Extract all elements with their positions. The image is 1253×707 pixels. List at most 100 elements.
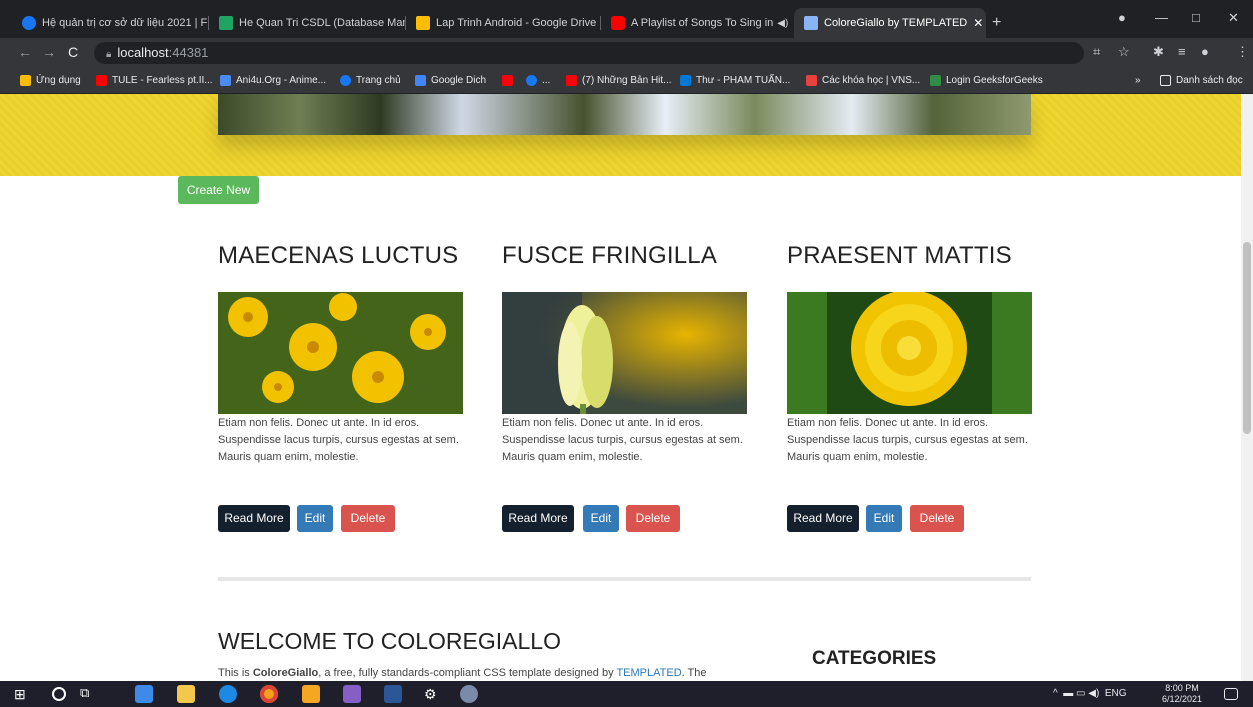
settings-gear-icon[interactable]: ⚙ xyxy=(424,685,442,703)
reading-list-label: Danh sách đọc xyxy=(1176,75,1243,86)
bookmark-label: Google Dich xyxy=(431,75,487,86)
menu-icon[interactable]: ⋮ xyxy=(1236,44,1249,60)
yellow-banner xyxy=(0,94,1241,176)
new-tab-button[interactable]: + xyxy=(992,14,1001,32)
tab-1-title: Hệ quản trị cơ sở dữ liệu 2021 | F xyxy=(42,17,208,29)
read-more-button[interactable]: Read More xyxy=(502,505,574,532)
facebook-icon xyxy=(526,75,537,86)
create-new-button[interactable]: Create New xyxy=(178,176,259,204)
visual-studio-icon[interactable] xyxy=(343,685,361,703)
task-view-icon[interactable]: ⧉ xyxy=(80,685,98,703)
youtube-icon xyxy=(502,75,513,86)
yellow-tulip-photo xyxy=(502,292,747,414)
chevron-double-icon: » xyxy=(1135,75,1141,86)
close-icon[interactable]: ✕ xyxy=(967,16,983,30)
zalo-icon[interactable] xyxy=(219,685,237,703)
intro-text: . The xyxy=(681,667,707,679)
delete-button[interactable]: Delete xyxy=(626,505,680,532)
tab-5-active[interactable]: ColoreGiallo by TEMPLATED ✕ xyxy=(794,8,986,38)
geeksforgeeks-icon xyxy=(930,75,941,86)
app-icon[interactable] xyxy=(460,685,478,703)
url-field[interactable]: 🔒︎ localhost:44381 xyxy=(94,42,1084,64)
intro-text: , a free, fully standards-compliant CSS … xyxy=(318,667,617,679)
post-card: FUSCE FRINGILLA Etiam non felis. Donec u… xyxy=(502,242,747,532)
bookmark-item[interactable] xyxy=(502,75,518,86)
tab-4[interactable]: A Playlist of Songs To Sing in ◀︎) ✕ xyxy=(601,8,793,38)
bookmark-star-icon[interactable]: ☆ xyxy=(1118,44,1130,60)
bookmark-item[interactable]: ... xyxy=(526,75,550,86)
templated-link[interactable]: TEMPLATED xyxy=(616,667,681,679)
maximize-icon[interactable]: □ xyxy=(1192,10,1200,25)
intro-paragraph: This is ColoreGiallo, a free, fully stan… xyxy=(218,665,758,681)
reload-icon[interactable]: C xyxy=(68,44,78,60)
edit-button[interactable]: Edit xyxy=(297,505,333,532)
windows-start-icon[interactable]: ⊞ xyxy=(14,685,32,703)
google-drive-icon xyxy=(416,16,430,30)
bookmark-item[interactable]: (7) Những Bản Hit... xyxy=(566,75,672,86)
app-icon[interactable] xyxy=(135,685,153,703)
word-icon[interactable] xyxy=(384,685,402,703)
bookmark-label: (7) Những Bản Hit... xyxy=(582,75,672,86)
tab-3[interactable]: Lap Trinh Android - Google Drive ✕ xyxy=(406,8,600,38)
chrome-icon[interactable] xyxy=(260,685,278,703)
youtube-icon xyxy=(611,16,625,30)
scrollbar-thumb[interactable] xyxy=(1243,242,1251,434)
forward-icon[interactable]: → xyxy=(42,44,56,60)
bookmark-item[interactable]: TULE - Fearless pt.II... xyxy=(96,75,213,86)
bookmark-item[interactable]: Thư - PHAM TUẤN... xyxy=(680,75,790,86)
facebook-icon xyxy=(22,16,36,30)
bookmark-item[interactable]: Trang chủ xyxy=(340,75,401,86)
bookmarks-overflow[interactable]: » xyxy=(1135,75,1141,86)
tab-1[interactable]: Hệ quản trị cơ sở dữ liệu 2021 | F ✕ xyxy=(12,8,208,38)
delete-button[interactable]: Delete xyxy=(910,505,964,532)
avatar[interactable]: ● xyxy=(1201,44,1209,59)
read-more-button[interactable]: Read More xyxy=(218,505,290,532)
bookmark-label: Trang chủ xyxy=(356,75,401,86)
translate-icon[interactable]: ⌗ xyxy=(1093,44,1100,60)
bookmark-label: Thư - PHAM TUẤN... xyxy=(696,75,791,86)
bookmarks-bar: Ứng dụng TULE - Fearless pt.II... Ani4u.… xyxy=(0,68,1253,94)
youtube-icon xyxy=(96,75,107,86)
reading-list-icon xyxy=(1160,75,1171,86)
read-more-button[interactable]: Read More xyxy=(787,505,859,532)
minimize-icon[interactable]: — xyxy=(1155,10,1168,25)
page-icon xyxy=(804,16,818,30)
audio-icon: ◀︎) xyxy=(777,17,789,29)
url-port: :44381 xyxy=(168,45,209,60)
outlook-icon xyxy=(680,75,691,86)
app-icon[interactable] xyxy=(302,685,320,703)
network-icon[interactable]: ▭ xyxy=(1076,688,1085,699)
post-card: MAECENAS LUCTUS Etiam non felis. Donec u… xyxy=(218,242,463,532)
tab-2-title: He Quan Tri CSDL (Database Man xyxy=(239,17,405,29)
bookmark-item[interactable]: Google Dich xyxy=(415,75,486,86)
file-explorer-icon[interactable] xyxy=(177,685,195,703)
page-viewport: Create New MAECENAS LUCTUS Etiam non fel… xyxy=(0,94,1241,681)
section-divider xyxy=(218,577,1031,581)
profile-menu-icon[interactable]: ● xyxy=(1118,10,1126,25)
tab-2[interactable]: He Quan Tri CSDL (Database Man ✕ xyxy=(209,8,405,38)
notifications-icon[interactable] xyxy=(1224,688,1238,700)
bookmark-apps[interactable]: Ứng dụng xyxy=(20,75,81,86)
language-indicator[interactable]: ENG xyxy=(1105,688,1127,699)
volume-icon[interactable]: ◀︎) xyxy=(1088,688,1099,699)
clock[interactable]: 8:00 PM 6/12/2021 xyxy=(1162,683,1202,705)
battery-icon[interactable]: ▬ xyxy=(1063,688,1073,699)
tray-chevron-icon[interactable]: ^ xyxy=(1053,688,1058,699)
marigold-photo xyxy=(787,292,1032,414)
reading-queue-icon[interactable]: ≡ xyxy=(1178,44,1186,59)
edit-button[interactable]: Edit xyxy=(866,505,902,532)
bookmark-item[interactable]: Các khóa học | VNS... xyxy=(806,75,920,86)
bookmark-item[interactable]: Login GeeksforGeeks xyxy=(930,75,1043,86)
extensions-icon[interactable]: ✱ xyxy=(1153,44,1164,60)
bookmark-item[interactable]: Ani4u.Org - Anime... xyxy=(220,75,326,86)
reading-list[interactable]: Danh sách đọc xyxy=(1160,75,1243,86)
url-host: localhost xyxy=(117,45,169,60)
window-close-icon[interactable]: ✕ xyxy=(1228,10,1239,26)
close-icon[interactable]: ✕ xyxy=(788,16,793,30)
windows-taskbar: ⊞ ⧉ ⚙ ^ ▬ ▭ ◀︎) ENG 8:00 PM 6/12/2021 xyxy=(0,681,1253,707)
post-card: PRAESENT MATTIS Etiam non felis. Donec u… xyxy=(787,242,1032,532)
delete-button[interactable]: Delete xyxy=(341,505,395,532)
edit-button[interactable]: Edit xyxy=(583,505,619,532)
back-icon[interactable]: ← xyxy=(18,44,32,60)
search-icon[interactable] xyxy=(52,687,66,701)
